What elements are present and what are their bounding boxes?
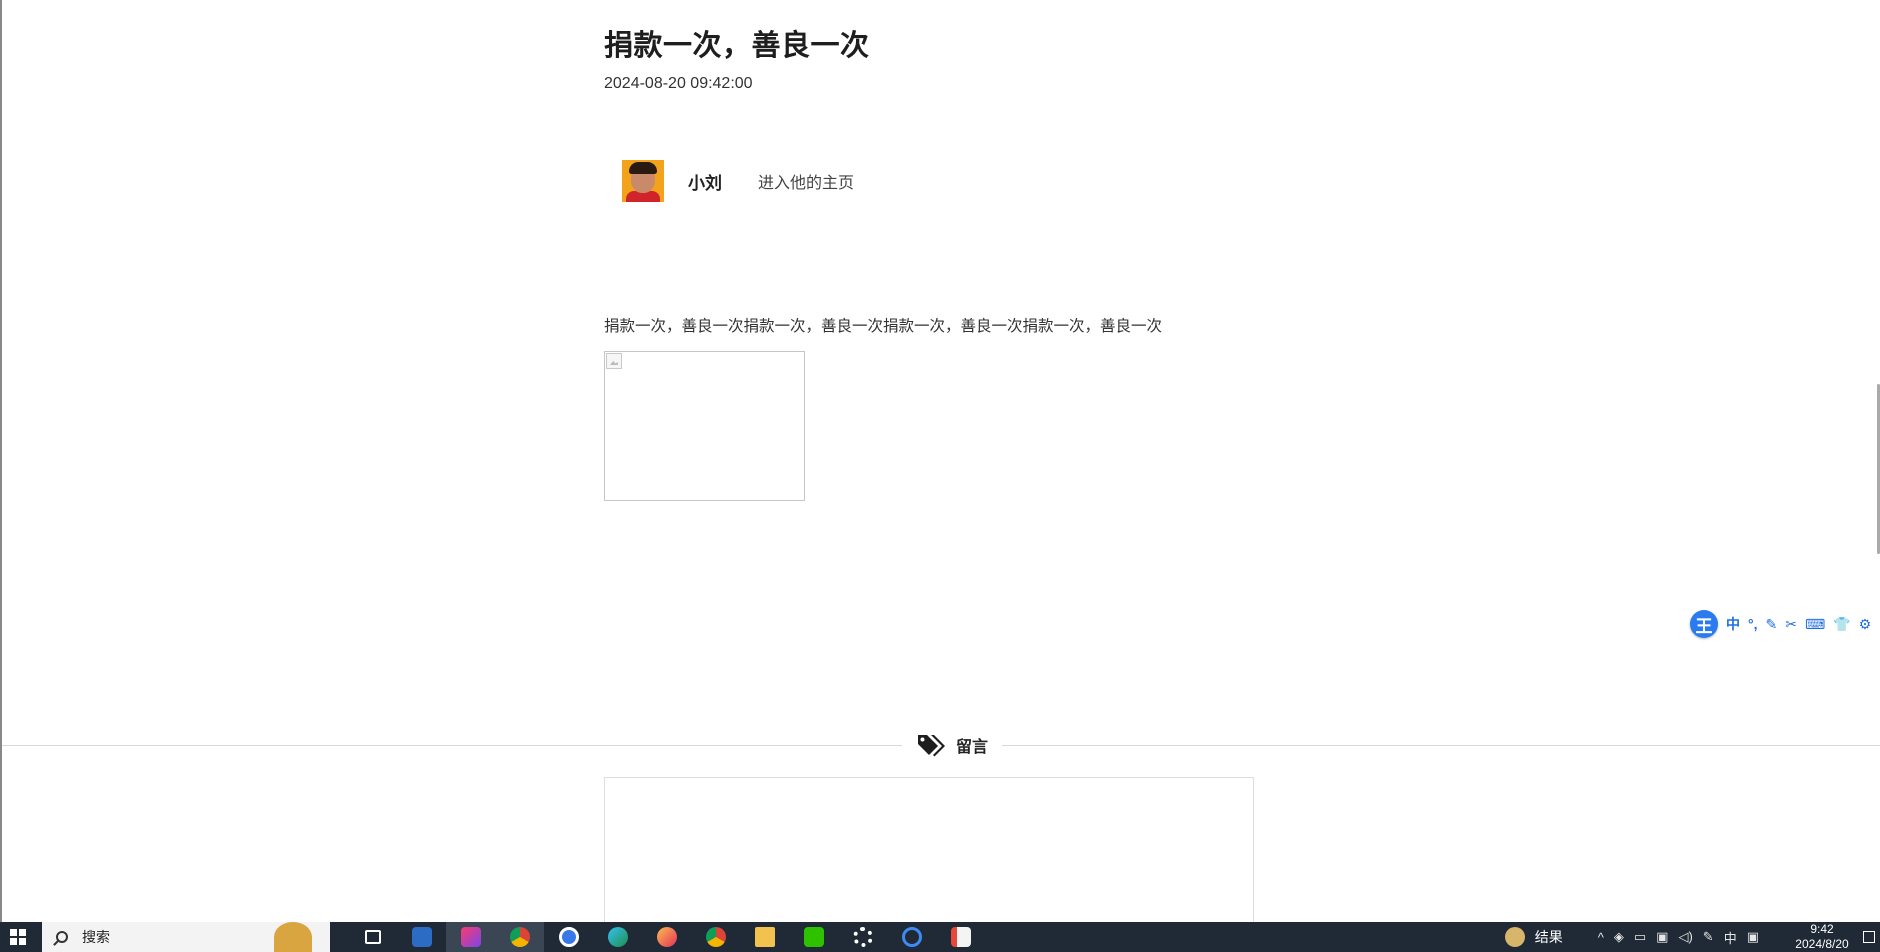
broken-image bbox=[604, 351, 805, 501]
window-edge bbox=[0, 0, 2, 922]
weather-label: 结果 bbox=[1534, 929, 1563, 945]
device-icon[interactable]: ▣ bbox=[1656, 929, 1668, 945]
tray-icons: ^ ◈ ▭ ▣ ◁) ✎ 中 ▣ bbox=[1593, 928, 1764, 947]
tray-expand-icon[interactable]: ^ bbox=[1598, 930, 1604, 945]
search-highlight-image bbox=[274, 922, 312, 952]
ime-toolbar: 王 中 °, ✎ ✂ ⌨ 👕 ⚙ bbox=[1690, 610, 1880, 638]
outlook-icon[interactable] bbox=[397, 922, 446, 952]
network-icon[interactable]: ▭ bbox=[1634, 929, 1646, 945]
comment-heading-label: 留言 bbox=[956, 739, 989, 756]
tags-icon bbox=[918, 735, 945, 757]
comment-input-area[interactable] bbox=[604, 777, 1254, 923]
author-row: 小刘 进入他的主页 bbox=[622, 160, 854, 202]
notification-button[interactable] bbox=[1858, 922, 1880, 952]
ime-punctuation-icon[interactable]: °, bbox=[1748, 616, 1758, 632]
weather-widget[interactable]: 结果 bbox=[1504, 927, 1563, 947]
system-tray: 结果 ^ ◈ ▭ ▣ ◁) ✎ 中 ▣ 9:42 2024/8/20 bbox=[1504, 922, 1880, 952]
task-view-icon[interactable] bbox=[348, 922, 397, 952]
ime-settings-icon[interactable]: ⚙ bbox=[1859, 616, 1872, 633]
author-homepage-link[interactable]: 进入他的主页 bbox=[758, 169, 854, 193]
pen-icon[interactable]: ✎ bbox=[1703, 929, 1714, 945]
ime-skin-icon[interactable]: 👕 bbox=[1833, 616, 1850, 633]
firefox-icon[interactable] bbox=[642, 922, 691, 952]
taskbar-apps bbox=[348, 922, 985, 952]
clock-date: 2024/8/20 bbox=[1795, 937, 1849, 951]
circle-app-icon[interactable] bbox=[544, 922, 593, 952]
author-name: 小刘 bbox=[688, 173, 722, 193]
ime-scissors-icon[interactable]: ✂ bbox=[1785, 616, 1797, 633]
ime-mode-toggle[interactable]: 中 bbox=[1726, 614, 1740, 634]
article-body: 捐款一次，善良一次捐款一次，善良一次捐款一次，善良一次捐款一次，善良一次 bbox=[604, 318, 1163, 335]
start-button[interactable] bbox=[0, 922, 36, 952]
clock-time: 9:42 bbox=[1810, 922, 1834, 936]
wechat-icon[interactable] bbox=[789, 922, 838, 952]
clock[interactable]: 9:42 2024/8/20 bbox=[1786, 922, 1858, 952]
taskbar: 搜索 结果 ^ ◈ ▭ ▣ ◁) ✎ 中 ▣ 9:42 2024/8/20 bbox=[0, 922, 1880, 952]
article-date: 2024-08-20 09:42:00 bbox=[604, 75, 753, 92]
ime-indicator[interactable]: 中 bbox=[1724, 928, 1737, 947]
red-app-icon[interactable] bbox=[936, 922, 985, 952]
chrome-alt-icon[interactable] bbox=[691, 922, 740, 952]
file-explorer-icon[interactable] bbox=[740, 922, 789, 952]
notification-icon bbox=[1863, 931, 1875, 943]
ime-logo-icon[interactable]: 王 bbox=[1690, 610, 1718, 638]
defender-icon[interactable]: ◈ bbox=[1614, 929, 1624, 945]
settings-gear-icon[interactable] bbox=[838, 922, 887, 952]
broken-image-icon bbox=[606, 353, 622, 369]
article-title: 捐款一次，善良一次 bbox=[604, 30, 870, 62]
volume-icon[interactable]: ◁) bbox=[1678, 929, 1692, 945]
weather-icon bbox=[1504, 927, 1525, 947]
taskbar-search[interactable]: 搜索 bbox=[42, 922, 330, 952]
windows-icon bbox=[10, 929, 26, 945]
intellij-idea-icon[interactable] bbox=[446, 922, 495, 952]
blue-app-icon[interactable] bbox=[887, 922, 936, 952]
ime-pen-icon[interactable]: ✎ bbox=[1766, 616, 1778, 633]
author-avatar[interactable] bbox=[622, 160, 664, 202]
search-placeholder: 搜索 bbox=[82, 929, 110, 945]
edge-icon[interactable] bbox=[593, 922, 642, 952]
comment-heading: 留言 bbox=[902, 728, 1003, 762]
chrome-icon[interactable] bbox=[495, 922, 544, 952]
ime-keyboard-icon[interactable]: ⌨ bbox=[1805, 616, 1825, 633]
search-icon bbox=[56, 931, 68, 943]
ime-tray-icon[interactable]: ▣ bbox=[1747, 929, 1759, 945]
